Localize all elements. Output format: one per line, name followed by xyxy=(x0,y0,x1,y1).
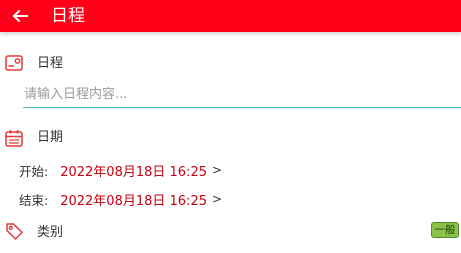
end-label: 结束: xyxy=(19,192,49,208)
end-time-row[interactable]: 结束: 2022年08月18日 16:25 > xyxy=(19,190,223,209)
page-title: 日程 xyxy=(51,6,85,26)
category-label: 类别 xyxy=(37,225,64,240)
schedule-content-input[interactable] xyxy=(23,84,461,108)
calendar-icon xyxy=(5,130,23,147)
schedule-label: 日程 xyxy=(37,56,64,71)
arrow-left-icon xyxy=(12,9,28,23)
start-time-value[interactable]: 2022年08月18日 16:25 xyxy=(60,161,207,180)
start-time-row[interactable]: 开始: 2022年08月18日 16:25 > xyxy=(19,161,223,180)
date-label: 日期 xyxy=(37,130,64,145)
app-bar: 日程 xyxy=(0,0,461,32)
end-time-value[interactable]: 2022年08月18日 16:25 xyxy=(60,190,207,209)
chevron-right-icon: > xyxy=(211,163,223,177)
start-label: 开始: xyxy=(19,163,49,179)
card-icon xyxy=(5,55,23,71)
category-badge[interactable]: 一般 xyxy=(431,222,459,238)
chevron-right-icon: > xyxy=(211,192,223,206)
back-button[interactable] xyxy=(8,4,32,28)
tag-icon xyxy=(6,223,23,240)
